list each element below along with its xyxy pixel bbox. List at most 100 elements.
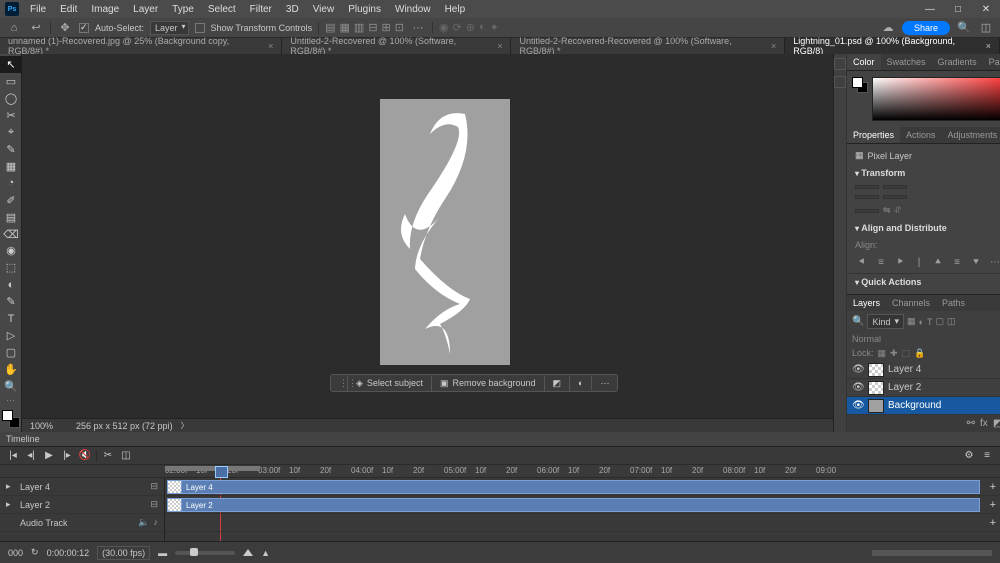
tab-paths[interactable]: Paths — [936, 295, 971, 311]
filter-smart-icon[interactable]: ◫ — [947, 316, 956, 327]
layer-name[interactable]: Background — [888, 400, 941, 411]
layer-thumbnail[interactable] — [868, 399, 884, 413]
tool-button[interactable]: 🔍 — [0, 378, 22, 395]
menu-layer[interactable]: Layer — [126, 4, 165, 15]
ctx-handle[interactable]: ⋮⋮ — [331, 376, 348, 391]
tool-button[interactable]: ▢ — [0, 344, 22, 361]
tool-button[interactable]: ◉ — [0, 242, 22, 259]
menu-help[interactable]: Help — [438, 4, 473, 15]
prev-frame-button[interactable]: ◂| — [24, 450, 38, 461]
zoom-in-icon[interactable] — [243, 549, 253, 556]
layer-name[interactable]: Layer 2 — [888, 382, 921, 393]
visibility-toggle[interactable]: 👁 — [852, 364, 864, 375]
link-layers-icon[interactable]: ⚯ — [967, 418, 975, 429]
share-button[interactable]: Share — [902, 21, 950, 35]
menu-window[interactable]: Window — [388, 4, 438, 15]
zoom-level[interactable]: 100% — [28, 421, 68, 431]
track-split-icon[interactable]: ⊟ — [150, 499, 158, 510]
timeline-ruler[interactable]: 02:00f10f20f03:00f10f20f04:00f10f20f05:0… — [165, 465, 1000, 478]
close-tab-icon[interactable]: × — [497, 41, 502, 51]
visibility-toggle[interactable]: 👁 — [852, 382, 864, 393]
show-transform-checkbox[interactable] — [195, 23, 205, 33]
tool-button[interactable]: ✎ — [0, 141, 22, 158]
mask-icon[interactable]: ◩ — [993, 418, 1000, 429]
transform-section[interactable]: Transform — [847, 165, 1000, 181]
foreground-background-swatch[interactable] — [2, 410, 20, 428]
layer-name[interactable]: Layer 4 — [888, 364, 921, 375]
close-tab-icon[interactable]: × — [771, 41, 776, 51]
work-area-bar[interactable] — [165, 466, 260, 471]
track-header[interactable]: ▸Layer 4⊟ — [0, 478, 164, 496]
zoom-out-icon[interactable]: ▬ — [158, 548, 167, 558]
audio-notes-icon[interactable]: ♪ — [154, 517, 159, 528]
tool-button[interactable]: ✋ — [0, 361, 22, 378]
home-icon[interactable]: ⌂ — [6, 22, 22, 34]
tool-button[interactable]: ⌫ — [0, 226, 22, 243]
tool-button[interactable]: ◯ — [0, 90, 22, 107]
tab-channels[interactable]: Channels — [886, 295, 936, 311]
canvas-area[interactable]: ⋮⋮ ◈Select subject ▣Remove background ◩ … — [22, 54, 833, 432]
add-audio-icon[interactable]: + — [990, 517, 996, 529]
tool-button[interactable]: ▦ — [0, 158, 22, 175]
first-frame-button[interactable]: |◂ — [6, 450, 20, 461]
collapsed-panel-strip[interactable] — [834, 54, 847, 432]
tab-actions[interactable]: Actions — [900, 127, 942, 143]
arrow-icon[interactable]: ↩ — [28, 21, 44, 34]
status-caret[interactable]: 〉 — [181, 420, 189, 431]
tool-button[interactable]: ▭ — [0, 73, 22, 90]
zoom-slider[interactable] — [175, 551, 235, 555]
tool-button[interactable]: ⬚ — [0, 259, 22, 276]
ctx-more-button[interactable]: ··· — [592, 376, 617, 390]
lock-position-icon[interactable]: ✚ — [890, 348, 898, 359]
tool-button[interactable]: ◐ — [0, 276, 22, 293]
filter-adj-icon[interactable]: ◐ — [919, 317, 924, 327]
align-icons[interactable]: ▤▦▥⊟⊞⊡ — [325, 21, 404, 34]
lock-all-icon[interactable]: 🔒 — [914, 348, 925, 359]
remove-background-button[interactable]: ▣Remove background — [432, 376, 545, 391]
menu-image[interactable]: Image — [84, 4, 126, 15]
split-clip-button[interactable]: ✂ — [101, 450, 115, 461]
track-split-icon[interactable]: ⊟ — [150, 481, 158, 492]
mountain-icon[interactable]: ▲ — [261, 548, 270, 558]
menu-select[interactable]: Select — [201, 4, 243, 15]
close-tab-icon[interactable]: × — [268, 41, 273, 51]
layers-kind-filter[interactable]: Kind▾ — [867, 314, 904, 329]
expand-track-icon[interactable]: ▸ — [6, 481, 14, 492]
mute-button[interactable]: 🔇 — [78, 450, 92, 461]
maximize-button[interactable]: □ — [944, 4, 972, 15]
tool-button[interactable]: ✎ — [0, 293, 22, 310]
visibility-toggle[interactable]: 👁 — [852, 400, 864, 411]
close-tab-icon[interactable]: × — [986, 41, 991, 51]
tool-button[interactable]: ▷ — [0, 327, 22, 344]
current-time[interactable]: 0:00:00:12 — [47, 548, 90, 558]
color-picker-field[interactable] — [872, 77, 1000, 121]
auto-select-checkbox[interactable] — [79, 23, 89, 33]
document-tab[interactable]: Untitled-2-Recovered @ 100% (Software, R… — [282, 38, 511, 54]
tab-gradients[interactable]: Gradients — [932, 54, 983, 70]
menu-3d[interactable]: 3D — [279, 4, 306, 15]
mask-button[interactable]: ◩ — [545, 376, 571, 391]
tool-button[interactable]: T — [0, 310, 22, 327]
filter-shape-icon[interactable]: ▢ — [935, 316, 944, 327]
select-subject-button[interactable]: ◈Select subject — [348, 376, 432, 391]
menu-file[interactable]: File — [23, 4, 53, 15]
timeline-menu-icon[interactable]: ≡ — [980, 450, 994, 461]
convert-icon[interactable]: ↻ — [31, 547, 39, 558]
filter-pixel-icon[interactable]: ▦ — [907, 316, 916, 327]
tool-button[interactable]: ◔ — [0, 175, 22, 192]
menu-type[interactable]: Type — [165, 4, 201, 15]
tool-button[interactable]: ↖ — [0, 56, 22, 73]
tool-button[interactable]: ✐ — [0, 192, 22, 209]
fx-icon[interactable]: fx — [980, 418, 988, 429]
lock-artboard-icon[interactable]: ⬚ — [902, 348, 911, 359]
tool-button[interactable]: ⌖ — [0, 124, 22, 141]
filter-type-icon[interactable]: T — [927, 317, 933, 327]
add-media-icon[interactable]: + — [990, 481, 996, 493]
tool-button[interactable]: ▤ — [0, 209, 22, 226]
document-tab[interactable]: Lightning_01.psd @ 100% (Background, RGB… — [785, 38, 1000, 54]
timeline-clip[interactable]: Layer 4 — [167, 480, 980, 494]
color-panel[interactable] — [847, 71, 1000, 127]
tab-color[interactable]: Color — [847, 54, 881, 70]
fps-display[interactable]: (30.00 fps) — [97, 546, 150, 560]
tab-swatches[interactable]: Swatches — [881, 54, 932, 70]
